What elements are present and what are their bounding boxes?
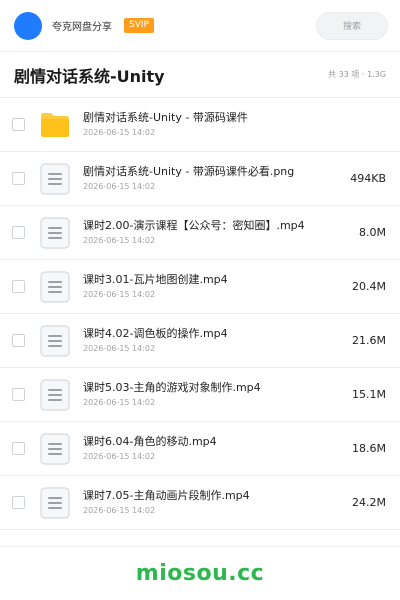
file-row[interactable]: 课时6.04-角色的移动.mp4 2026-06-15 14:02 18.6M [0,422,400,476]
file-date: 2026-06-15 14:02 [83,290,156,299]
avatar[interactable] [14,11,42,40]
file-row[interactable]: 课时2.00-演示课程【公众号：密知圈】.mp4 2026-06-15 14:02… [0,206,400,260]
file-date: 2026-06-15 14:02 [83,452,156,461]
file-info: 剧情对话系统-Unity - 带源码课件必看.png 2026-06-15 14:… [83,165,342,192]
file-date: 2026-06-15 14:02 [83,398,156,407]
folder-icon [39,109,71,141]
select-checkbox[interactable] [12,280,25,293]
file-name: 课时3.01-瓦片地图创建.mp4 [83,273,228,286]
file-size: 24.2M [352,496,386,509]
file-date: 2026-06-15 14:02 [83,236,156,245]
select-checkbox[interactable] [12,442,25,455]
file-icon [39,324,71,357]
svip-badge: SVIP [124,18,154,33]
select-checkbox[interactable] [12,334,25,347]
file-name: 剧情对话系统-Unity - 带源码课件 [83,111,248,124]
file-date: 2026-06-15 14:02 [83,128,156,137]
top-bar: 夸克网盘分享 SVIP 搜索 [0,0,400,52]
file-icon [39,270,71,303]
file-icon [39,378,71,411]
select-checkbox[interactable] [12,388,25,401]
file-size: 15.1M [352,388,386,401]
file-info: 课时4.02-调色板的操作.mp4 2026-06-15 14:02 [83,327,344,354]
file-icon [39,432,71,465]
brand-name: 夸克网盘分享 [52,22,112,33]
file-name: 课时4.02-调色板的操作.mp4 [83,327,228,340]
file-name: 课时6.04-角色的移动.mp4 [83,435,217,448]
file-size: 18.6M [352,442,386,455]
file-info: 课时7.05-主角动画片段制作.mp4 2026-06-15 14:02 [83,489,344,516]
search-placeholder: 搜索 [342,22,361,32]
file-date: 2026-06-15 14:02 [83,506,156,515]
file-row[interactable]: 课时4.02-调色板的操作.mp4 2026-06-15 14:02 21.6M [0,314,400,368]
page-title: 剧情对话系统-Unity [14,66,165,86]
select-checkbox[interactable] [12,118,25,131]
file-name: 课时2.00-演示课程【公众号：密知圈】.mp4 [83,219,305,232]
file-size: 8.0M [359,226,386,239]
file-icon [39,162,71,195]
share-page: 夸克网盘分享 SVIP 搜索 剧情对话系统-Unity 共 33 项 · 1.3… [0,0,400,600]
file-icon [39,486,71,519]
file-icon [39,216,71,249]
file-row[interactable]: 课时7.05-主角动画片段制作.mp4 2026-06-15 14:02 24.2M [0,476,400,530]
file-info: 课时6.04-角色的移动.mp4 2026-06-15 14:02 [83,435,344,462]
file-info: 课时2.00-演示课程【公众号：密知圈】.mp4 2026-06-15 14:02 [83,219,351,246]
file-info: 课时3.01-瓦片地图创建.mp4 2026-06-15 14:02 [83,273,344,300]
select-checkbox[interactable] [12,172,25,185]
file-row[interactable]: 剧情对话系统-Unity - 带源码课件 2026-06-15 14:02 [0,98,400,152]
folder-title-row: 剧情对话系统-Unity 共 33 项 · 1.3G [0,52,400,98]
file-size: 494KB [350,172,386,185]
file-row[interactable]: 剧情对话系统-Unity - 带源码课件必看.png 2026-06-15 14:… [0,152,400,206]
file-row[interactable]: 课时3.01-瓦片地图创建.mp4 2026-06-15 14:02 20.4M [0,260,400,314]
watermark-text: miosou.cc [135,561,265,586]
footer: miosou.cc [0,546,400,600]
file-name: 课时7.05-主角动画片段制作.mp4 [83,489,250,502]
file-name: 剧情对话系统-Unity - 带源码课件必看.png [83,165,295,178]
file-info: 课时5.03-主角的游戏对象制作.mp4 2026-06-15 14:02 [83,381,344,408]
file-size: 21.6M [352,334,386,347]
file-name: 课时5.03-主角的游戏对象制作.mp4 [83,381,261,394]
select-checkbox[interactable] [12,226,25,239]
file-info: 剧情对话系统-Unity - 带源码课件 2026-06-15 14:02 [83,111,378,138]
select-checkbox[interactable] [12,496,25,509]
file-row[interactable]: 课时5.03-主角的游戏对象制作.mp4 2026-06-15 14:02 15.1… [0,368,400,422]
file-size: 20.4M [352,280,386,293]
folder-meta: 共 33 项 · 1.3G [328,70,386,79]
file-date: 2026-06-15 14:02 [83,182,156,191]
file-date: 2026-06-15 14:02 [83,344,156,353]
search-box[interactable]: 搜索 [316,11,388,40]
file-list: 剧情对话系统-Unity - 带源码课件 2026-06-15 14:02 剧情对话… [0,98,400,530]
